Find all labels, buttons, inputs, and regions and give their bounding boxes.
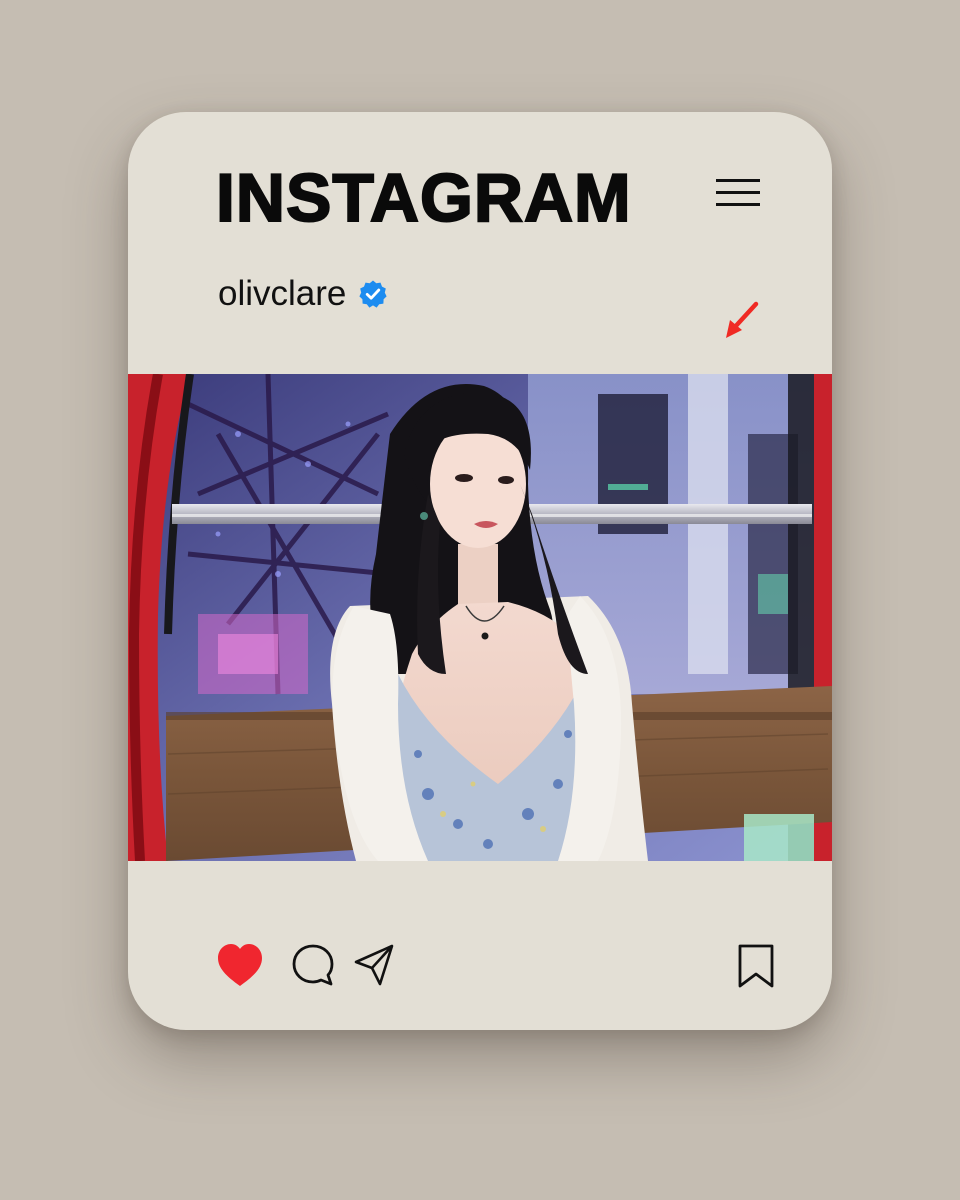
bookmark-icon[interactable] [736, 940, 776, 996]
red-arrow-icon [722, 298, 764, 344]
post-card: INSTAGRAM olivclare [128, 112, 832, 1030]
verified-badge-icon [358, 279, 388, 309]
heart-icon[interactable] [216, 940, 264, 996]
menu-icon-line-middle [716, 191, 760, 194]
menu-icon-line-bottom [716, 203, 760, 206]
app-title: INSTAGRAM [215, 159, 632, 237]
comment-icon[interactable] [290, 940, 336, 996]
post-photo[interactable] [128, 374, 832, 861]
send-icon[interactable] [352, 940, 398, 996]
username-link[interactable]: olivclare [218, 274, 346, 314]
menu-button[interactable] [714, 174, 762, 210]
post-author: olivclare [218, 272, 388, 316]
action-bar [128, 940, 832, 1000]
menu-icon-line-top [716, 179, 760, 182]
